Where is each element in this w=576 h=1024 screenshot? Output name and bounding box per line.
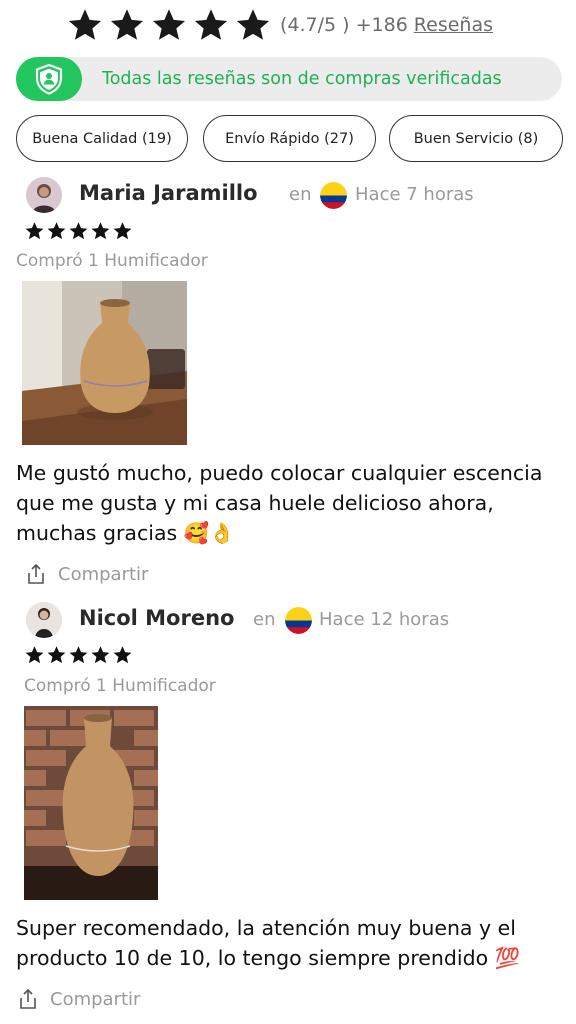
star-icon: [110, 9, 144, 40]
purchase-info: Compró 1 Humificador: [24, 676, 216, 696]
star-icon: [236, 9, 270, 40]
star-icon: [91, 646, 110, 664]
overall-stars: [66, 7, 272, 43]
star-icon: [47, 646, 66, 664]
reviewer-name: Nicol Moreno: [79, 606, 235, 630]
filter-chip-calidad[interactable]: Buena Calidad (19): [16, 115, 188, 162]
verified-banner: Todas las reseñas son de compras verific…: [16, 57, 562, 101]
purchase-info: Compró 1 Humificador: [16, 251, 208, 271]
review-time: Hace 7 horas: [355, 184, 474, 205]
colombia-flag-icon: [320, 182, 347, 209]
review-stars: [24, 221, 133, 241]
star-icon: [69, 222, 88, 240]
share-button[interactable]: Compartir: [24, 562, 148, 586]
star-icon: [68, 9, 102, 40]
share-icon: [28, 564, 44, 584]
star-icon: [69, 646, 88, 664]
share-button[interactable]: Compartir: [16, 987, 140, 1011]
star-icon: [25, 646, 44, 664]
filter-chip-servicio[interactable]: Buen Servicio (8): [389, 115, 563, 162]
rating-summary: (4.7/5 ) +186 Reseñas: [66, 6, 493, 44]
en-label: en: [289, 184, 312, 205]
colombia-flag-icon: [285, 607, 312, 634]
share-label: Compartir: [50, 988, 141, 1010]
star-icon: [91, 222, 110, 240]
en-label: en: [253, 609, 276, 630]
review-time: Hace 12 horas: [319, 609, 450, 630]
verified-badge: [16, 57, 82, 101]
star-icon: [194, 9, 228, 40]
review-stars: [24, 645, 133, 665]
review-text: Super recomendado, la atención muy buena…: [16, 916, 521, 970]
star-icon: [113, 646, 132, 664]
share-label: Compartir: [58, 563, 149, 585]
star-icon: [25, 222, 44, 240]
reviews-link[interactable]: Reseñas: [414, 14, 493, 36]
review-photo[interactable]: [24, 706, 158, 900]
rating-value: (4.7/5 ) +186: [280, 14, 408, 36]
shield-user-icon: [35, 63, 63, 95]
verified-text: Todas las reseñas son de compras verific…: [102, 69, 502, 89]
avatar: [26, 177, 62, 213]
avatar: [26, 602, 62, 638]
review-photo[interactable]: [22, 281, 187, 445]
share-icon: [20, 989, 36, 1009]
star-icon: [47, 222, 66, 240]
reviewer-name: Maria Jaramillo: [79, 181, 258, 205]
filter-chip-envio[interactable]: Envío Rápido (27): [203, 115, 376, 162]
star-icon: [152, 9, 186, 40]
star-icon: [113, 222, 132, 240]
review-text: Me gustó mucho, puedo colocar cualquier …: [16, 461, 543, 545]
